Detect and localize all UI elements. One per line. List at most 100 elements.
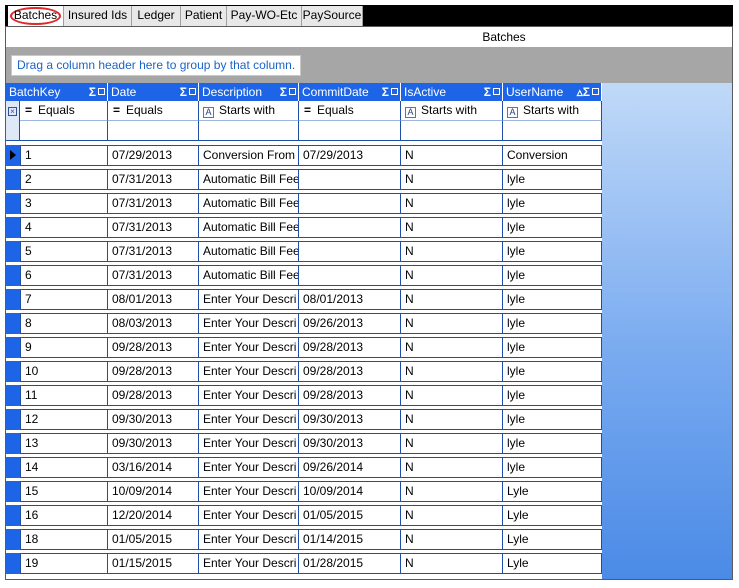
row-selector[interactable]: [6, 505, 20, 526]
filter-input-batchkey[interactable]: [20, 121, 108, 141]
row-selector[interactable]: [6, 529, 20, 550]
table-row[interactable]: 10 09/28/2013 Enter Your Descri 09/28/2013 N…: [6, 359, 602, 383]
pin-icon[interactable]: [189, 88, 196, 95]
cell-description[interactable]: Enter Your Descri: [199, 553, 299, 574]
cell-commitdate[interactable]: 01/05/2015: [299, 505, 401, 526]
pin-icon[interactable]: [391, 88, 398, 95]
sum-icon[interactable]: Σ: [583, 85, 590, 99]
filter-operator-date[interactable]: = Equals: [108, 101, 199, 121]
cell-isactive[interactable]: N: [401, 433, 503, 454]
table-row[interactable]: 16 12/20/2014 Enter Your Descri 01/05/2015 N…: [6, 503, 602, 527]
tab-paysource[interactable]: PaySource: [302, 6, 363, 26]
cell-isactive[interactable]: N: [401, 145, 503, 166]
sum-icon[interactable]: Σ: [382, 85, 389, 99]
table-row[interactable]: 1 07/29/2013 Conversion From 07/29/2013 N Con…: [6, 143, 602, 167]
cell-date[interactable]: 12/20/2014: [108, 505, 199, 526]
row-selector[interactable]: [6, 217, 20, 238]
cell-isactive[interactable]: N: [401, 505, 503, 526]
cell-date[interactable]: 09/30/2013: [108, 409, 199, 430]
table-row[interactable]: 9 09/28/2013 Enter Your Descri 09/28/2013 Nl…: [6, 335, 602, 359]
cell-batchkey[interactable]: 11: [20, 385, 108, 406]
cell-batchkey[interactable]: 15: [20, 481, 108, 502]
cell-username[interactable]: Lyle: [503, 481, 602, 502]
table-row[interactable]: 13 09/30/2013 Enter Your Descri 09/30/2013 N…: [6, 431, 602, 455]
filter-input-username[interactable]: [503, 121, 602, 141]
cell-commitdate[interactable]: [299, 241, 401, 262]
cell-isactive[interactable]: N: [401, 385, 503, 406]
cell-batchkey[interactable]: 1: [20, 145, 108, 166]
cell-date[interactable]: 07/31/2013: [108, 241, 199, 262]
cell-batchkey[interactable]: 10: [20, 361, 108, 382]
cell-date[interactable]: 10/09/2014: [108, 481, 199, 502]
cell-batchkey[interactable]: 9: [20, 337, 108, 358]
row-selector[interactable]: [6, 169, 20, 190]
cell-description[interactable]: Automatic Bill Fee: [199, 241, 299, 262]
row-selector[interactable]: [6, 385, 20, 406]
cell-isactive[interactable]: N: [401, 217, 503, 238]
cell-isactive[interactable]: N: [401, 529, 503, 550]
cell-username[interactable]: Lyle: [503, 505, 602, 526]
row-selector[interactable]: [6, 289, 20, 310]
sum-icon[interactable]: Σ: [280, 85, 287, 99]
cell-username[interactable]: lyle: [503, 409, 602, 430]
cell-isactive[interactable]: N: [401, 481, 503, 502]
pin-icon[interactable]: [493, 88, 500, 95]
cell-commitdate[interactable]: 09/30/2013: [299, 433, 401, 454]
cell-isactive[interactable]: N: [401, 337, 503, 358]
cell-commitdate[interactable]: 09/26/2013: [299, 313, 401, 334]
column-header-username[interactable]: UserName ▵Σ: [503, 83, 602, 101]
cell-batchkey[interactable]: 18: [20, 529, 108, 550]
filter-operator-username[interactable]: A Starts with: [503, 101, 602, 121]
filter-operator-batchkey[interactable]: = Equals: [20, 101, 108, 121]
cell-description[interactable]: Enter Your Descri: [199, 529, 299, 550]
table-row[interactable]: 3 07/31/2013 Automatic Bill Fee Nlyle: [6, 191, 602, 215]
row-selector[interactable]: [6, 193, 20, 214]
row-selector[interactable]: [6, 457, 20, 478]
cell-isactive[interactable]: N: [401, 193, 503, 214]
cell-commitdate[interactable]: 01/28/2015: [299, 553, 401, 574]
tab-patient[interactable]: Patient: [181, 6, 227, 26]
tab-batches[interactable]: Batches: [8, 6, 64, 26]
row-selector[interactable]: [6, 361, 20, 382]
row-selector[interactable]: [6, 313, 20, 334]
cell-username[interactable]: lyle: [503, 337, 602, 358]
cell-username[interactable]: lyle: [503, 265, 602, 286]
cell-batchkey[interactable]: 19: [20, 553, 108, 574]
cell-description[interactable]: Automatic Bill Fee: [199, 193, 299, 214]
row-selector[interactable]: [6, 553, 20, 574]
cell-commitdate[interactable]: 01/14/2015: [299, 529, 401, 550]
cell-date[interactable]: 01/05/2015: [108, 529, 199, 550]
cell-description[interactable]: Enter Your Descri: [199, 409, 299, 430]
cell-description[interactable]: Enter Your Descri: [199, 433, 299, 454]
cell-batchkey[interactable]: 16: [20, 505, 108, 526]
cell-description[interactable]: Enter Your Descri: [199, 361, 299, 382]
cell-description[interactable]: Enter Your Descri: [199, 385, 299, 406]
cell-commitdate[interactable]: 08/01/2013: [299, 289, 401, 310]
table-row[interactable]: 5 07/31/2013 Automatic Bill Fee Nlyle: [6, 239, 602, 263]
cell-date[interactable]: 03/16/2014: [108, 457, 199, 478]
cell-batchkey[interactable]: 7: [20, 289, 108, 310]
filter-input-description[interactable]: [199, 121, 299, 141]
cell-date[interactable]: 09/30/2013: [108, 433, 199, 454]
cell-description[interactable]: Automatic Bill Fee: [199, 265, 299, 286]
filter-operator-description[interactable]: A Starts with: [199, 101, 299, 121]
table-row[interactable]: 2 07/31/2013 Automatic Bill Fee Nlyle: [6, 167, 602, 191]
cell-date[interactable]: 09/28/2013: [108, 385, 199, 406]
cell-username[interactable]: lyle: [503, 457, 602, 478]
cell-batchkey[interactable]: 5: [20, 241, 108, 262]
cell-description[interactable]: Automatic Bill Fee: [199, 217, 299, 238]
cell-date[interactable]: 07/29/2013: [108, 145, 199, 166]
cell-description[interactable]: Enter Your Descri: [199, 457, 299, 478]
column-header-commitdate[interactable]: CommitDate Σ: [299, 83, 401, 101]
row-selector[interactable]: [6, 145, 20, 166]
cell-username[interactable]: lyle: [503, 433, 602, 454]
filter-operator-commitdate[interactable]: = Equals: [299, 101, 401, 121]
cell-date[interactable]: 01/15/2015: [108, 553, 199, 574]
table-row[interactable]: 6 07/31/2013 Automatic Bill Fee Nlyle: [6, 263, 602, 287]
cell-commitdate[interactable]: [299, 217, 401, 238]
row-selector[interactable]: [6, 481, 20, 502]
cell-commitdate[interactable]: 09/28/2013: [299, 385, 401, 406]
cell-date[interactable]: 08/01/2013: [108, 289, 199, 310]
cell-username[interactable]: lyle: [503, 217, 602, 238]
cell-date[interactable]: 07/31/2013: [108, 217, 199, 238]
